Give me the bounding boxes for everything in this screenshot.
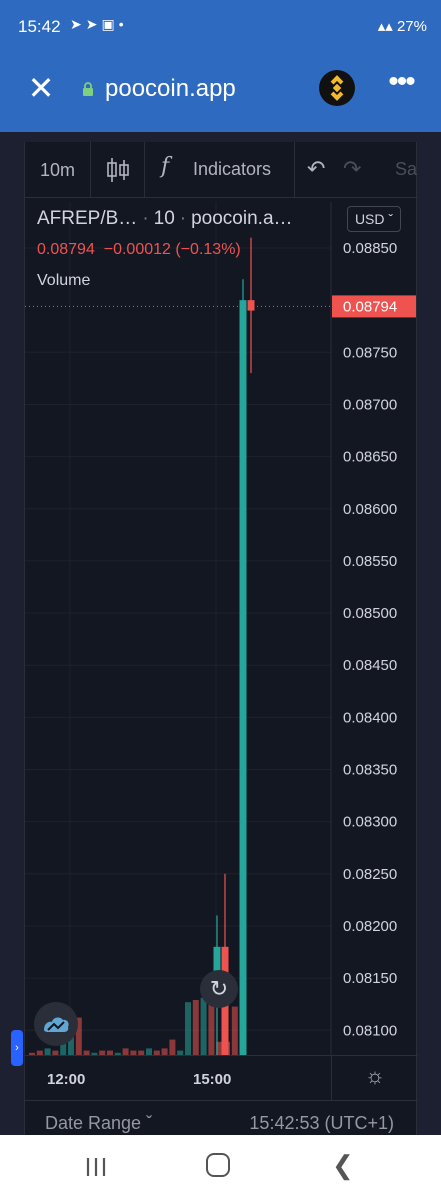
indicators-button[interactable]: f Indicators [145,142,295,198]
indicators-label: Indicators [193,159,272,179]
price-tick-label: 0.08350 [343,762,397,779]
status-right: ▴▴ 27% [378,17,427,35]
price-tick-label: 0.08150 [343,970,397,987]
candle-body [239,300,247,1055]
save-button[interactable]: Sa [395,159,417,180]
drawing-toolbar-toggle[interactable]: › [11,1030,23,1066]
change-abs: −0.00012 [103,241,171,258]
status-bar: 15:42 ➤➤▣• ▴▴ 27% [0,0,441,56]
symbol-label[interactable]: AFREP/B… [37,208,137,229]
currency-select[interactable]: USD ˇ [347,206,401,232]
interval-button[interactable]: 10m [25,142,91,198]
price-tick-label: 0.08250 [343,866,397,883]
candle-body [247,300,255,311]
chevron-down-icon: ˇ [146,1113,153,1133]
fx-icon: f [161,154,170,179]
price-tick-label: 0.08450 [343,657,397,674]
price-tick-label: 0.08550 [343,553,397,570]
chart-legend: AFREP/B… · 10 · poocoin.a… [37,208,293,229]
volume-bar [185,1002,191,1055]
candlestick-icon [107,158,129,182]
price-change: 0.08794 −0.00012 (−0.13%) [37,241,241,259]
date-range-label: Date Range [45,1113,142,1133]
last-price-label: 0.08794 [343,298,397,315]
bnb-logo-icon[interactable] [319,70,355,106]
volume-bar [169,1039,176,1055]
system-nav-bar: ❮ [0,1135,441,1200]
status-time: 15:42 [18,17,61,36]
volume-bar [44,1048,51,1055]
settings-gear-icon[interactable]: ☼ [363,1064,387,1088]
price-tick-label: 0.08200 [343,918,397,935]
volume-bar [161,1048,168,1055]
price-tick-label: 0.08300 [343,814,397,831]
date-range-button[interactable]: Date Range ˇ [45,1113,152,1134]
volume-bar [122,1048,129,1055]
price-tick-label: 0.08650 [343,449,397,466]
redo-icon[interactable]: ↷ [343,156,361,182]
volume-bar [146,1048,152,1055]
volume-bar [200,997,207,1055]
battery-level: 27% [396,18,427,35]
chart-type-button[interactable] [91,142,145,198]
price-tick-label: 0.08750 [343,344,397,361]
signal-icon: ▴▴ [377,18,397,35]
close-icon[interactable]: ✕ [26,72,56,104]
price-tick-label: 0.08100 [343,1022,397,1039]
price-tick-label: 0.08400 [343,709,397,726]
time-axis: 12:00 15:00 ☼ [25,1055,418,1101]
source-label: poocoin.a… [191,208,293,229]
price-tick-label: 0.08500 [343,605,397,622]
chart-toolbar: 10m f Indicators ↶ ↷ Sa [25,142,418,198]
last-price: 0.08794 [37,241,95,258]
price-tick-label: 0.08600 [343,501,397,518]
chevron-down-icon: ˇ [388,211,394,227]
price-tick-label: 0.08700 [343,396,397,413]
notification-icons: ➤➤▣• [70,16,128,32]
time-label-12: 12:00 [47,1071,86,1088]
price-chart[interactable]: 0.08850 0.08750 0.08700 0.08650 0.08600 0.085… [25,202,418,1055]
more-menu-icon[interactable]: ••• [384,67,418,104]
volume-bar [231,1006,238,1055]
undo-icon[interactable]: ↶ [307,156,325,182]
reset-chart-icon[interactable]: ↻ [200,970,238,1008]
axis-divider [331,1056,332,1101]
currency-label: USD [354,211,385,227]
tradingview-logo-icon[interactable] [34,1002,78,1046]
recent-apps-icon[interactable] [85,1156,107,1178]
price-tick-label: 0.08850 [343,240,397,257]
chart-clock[interactable]: 15:42:53 (UTC+1) [249,1113,394,1134]
home-icon[interactable] [206,1153,230,1177]
lock-icon [83,82,93,96]
back-icon[interactable]: ❮ [332,1152,354,1178]
time-label-15: 15:00 [193,1071,232,1088]
interval-label: 10 [153,208,175,229]
volume-label: Volume [37,272,91,289]
browser-bar: ✕ poocoin.app ••• [0,56,441,132]
change-pct: (−0.13%) [175,241,241,258]
url-host[interactable]: poocoin.app [105,75,236,103]
volume-bar [192,1000,199,1055]
